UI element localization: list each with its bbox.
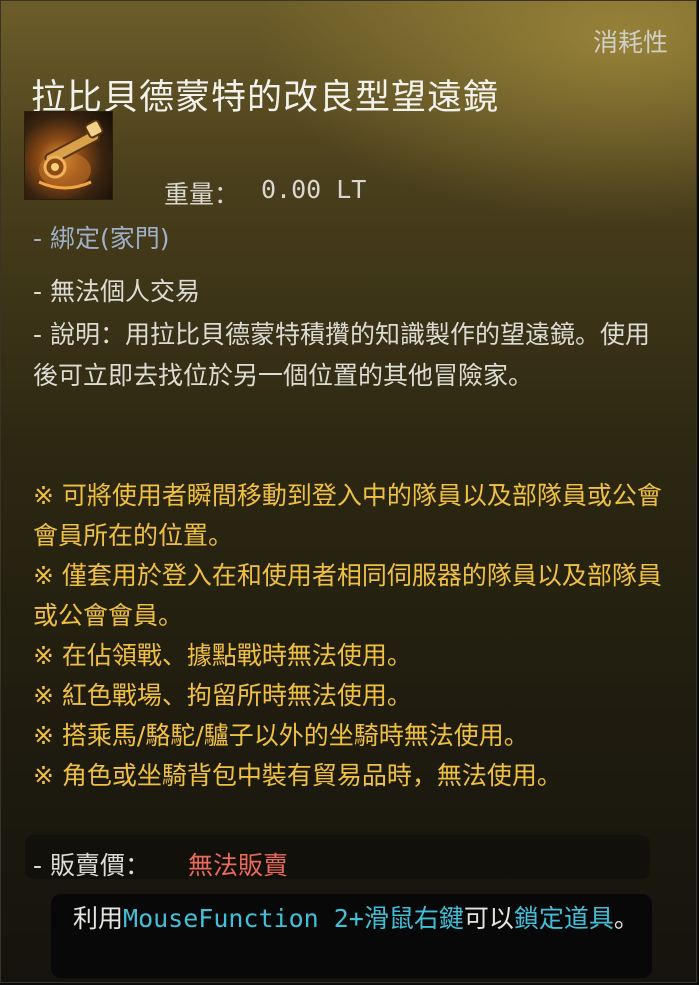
usage-note: ※ 紅色戰場、拘留所時無法使用。	[33, 681, 412, 710]
trade-restriction: - 無法個人交易	[33, 277, 200, 306]
usage-note: ※ 搭乘馬/駱駝/驢子以外的坐騎時無法使用。	[33, 721, 529, 750]
bind-status: - 綁定(家門)	[33, 224, 170, 253]
hint-action: 鎖定道具	[513, 904, 614, 933]
weight-value: 0.00 LT	[261, 175, 367, 204]
usage-note: ※ 角色或坐騎背包中裝有貿易品時，無法使用。	[33, 761, 562, 790]
usage-note: ※ 可將使用者瞬間移動到登入中的隊員以及部隊員或公會會員所在的位置。	[33, 481, 662, 550]
hint-prefix: 利用	[73, 904, 124, 933]
hint-suffix: 。	[613, 904, 639, 933]
hint-middle: 可以	[463, 904, 514, 933]
usage-note: ※ 僅套用於登入在和使用者相同伺服器的隊員以及部隊員或公會會員。	[33, 561, 662, 630]
item-tooltip: 消耗性 拉比貝德蒙特的改良型望遠鏡 重量： 0.00 LT - 綁定(家門) -…	[0, 0, 697, 983]
sell-price-value: 無法販賣	[188, 851, 289, 880]
hint-keybind: MouseFunction 2+滑鼠右鍵	[123, 904, 464, 933]
item-description: - 說明：用拉比貝德蒙特積攢的知識製作的望遠鏡。使用後可立即去找位於另一個位置的…	[33, 320, 650, 390]
lock-hint-text: 利用MouseFunction 2+滑鼠右鍵可以鎖定道具。	[73, 899, 643, 939]
sell-price-label: - 販賣價：	[33, 851, 150, 880]
usage-note: ※ 在佔領戰、據點戰時無法使用。	[33, 641, 412, 670]
telescope-icon	[24, 111, 113, 200]
telescope-icon-graphic	[38, 119, 104, 190]
usage-notes: ※ 可將使用者瞬間移動到登入中的隊員以及部隊員或公會會員所在的位置。 ※ 僅套用…	[33, 476, 673, 796]
item-category: 消耗性	[593, 28, 669, 57]
weight-label: 重量：	[164, 180, 240, 209]
